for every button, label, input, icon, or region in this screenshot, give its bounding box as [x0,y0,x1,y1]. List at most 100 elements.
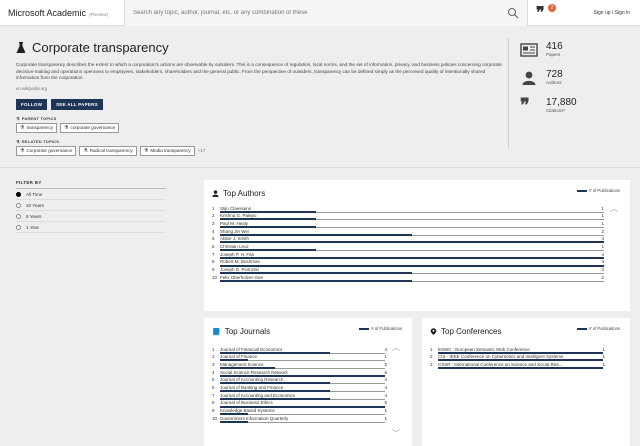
rank-number: 8 [212,259,215,265]
radio[interactable] [16,224,21,230]
flask-icon: ⚗ [16,115,20,121]
list-item[interactable]: 8 Journal of Business Ethics 9 [212,400,387,408]
filter-panel: FILTER BY All Time 10 Years 5 Years 1 Ye… [16,180,166,233]
list-item[interactable]: 8 Robert M. Bushman 4 [212,259,604,267]
list-item[interactable]: 2 Krishna G. Palepu 1 [212,213,604,221]
list-item[interactable]: 1 Stijn Claessens 1 [212,205,604,213]
topic-description: Corporate transparency describes the ext… [16,62,502,81]
filter-option-all-time[interactable]: All Time [16,189,166,200]
parent-topic-tag[interactable]: ⚗ corporate governance [60,122,120,133]
list-item[interactable]: 5 Abbie J. Smith 4 [212,236,604,244]
top-header: Microsoft Academic (Preview) ❞ 2 Sign up… [0,0,640,26]
radio[interactable] [16,202,21,208]
flask-icon: ⚗ [16,138,20,144]
publication-bar [220,420,248,423]
preview-label: (Preview) [89,11,109,17]
flask-icon [16,41,26,53]
top-authors-list: 1 Stijn Claessens 1 2 Krishna G. Palepu 1 3 Pau… [212,205,604,282]
search-icon[interactable] [507,7,519,19]
list-item[interactable]: 10 Government Information Quarterly 1 [212,415,387,423]
filter-option-5-years[interactable]: 5 Years [16,211,166,222]
filter-option-10-years[interactable]: 10 Years [16,200,166,211]
app-logo[interactable]: Microsoft Academic (Preview) [0,8,124,18]
rank-number: 9 [212,267,215,272]
related-topics: ⚗ Corporate governance ⚗ Radical transpare… [16,145,506,156]
rank-number: 2 [212,354,215,360]
rank-number: 1 [430,346,433,352]
legend-swatch [577,327,588,330]
authors-count: 728 [546,69,563,80]
flask-icon: ⚗ [64,124,69,131]
publication-count: 1 [384,354,387,360]
quote-count-badge: 2 [548,4,556,12]
related-topic-tag[interactable]: ⚗ Media transparency [139,145,195,156]
publication-count: 1 [601,220,604,226]
flask-icon: ⚗ [83,147,88,154]
list-item[interactable]: 5 Journal of Accounting Research 4 [212,377,387,385]
list-item[interactable]: 7 Journal of Accounting and Economics 4 [212,392,387,400]
publication-bar [438,367,603,370]
more-topics-link[interactable]: +17 [198,148,206,153]
rank-number: 4 [212,369,215,375]
list-item[interactable]: 6 Journal of Banking and Finance 4 [212,384,387,393]
list-item[interactable]: 2 CIS - IEEE Conference on Cybernetics an… [430,354,605,362]
related-topic-tag[interactable]: ⚗ Corporate governance [16,145,77,156]
search-input[interactable] [133,10,503,16]
app-name: Microsoft Academic [8,7,87,18]
quote-list-button[interactable]: ❞ 2 [536,4,558,22]
list-item[interactable]: 1 ESWC : European Semantic Web Conference… [430,346,605,354]
book-icon: 📘 [212,328,221,336]
person-icon [212,190,219,197]
publication-count: 4 [384,346,387,352]
publication-count: 1 [384,408,387,413]
list-item[interactable]: 4 Social Science Research Network 6 [212,369,387,377]
topic-header: Corporate transparency Corporate transpa… [16,40,506,156]
person-icon [522,71,536,85]
list-item[interactable]: 9 Joseph D. Piotroski 2 [212,267,604,275]
rank-number: 3 [430,361,433,367]
publication-count: 1 [384,415,387,421]
list-item[interactable]: 9 Knowledge Based Systems 1 [212,408,387,416]
list-item[interactable]: 3 Management Science 2 [212,361,387,370]
chart-legend: # of Publications [577,326,620,331]
list-item[interactable]: 6 Christian Leuz 1 [212,243,604,252]
top-conferences-header: Top Conferences [430,327,501,336]
legend-swatch [577,189,588,192]
radio-selected[interactable] [16,191,21,197]
list-item[interactable]: 3 Paul M. Healy 1 [212,220,604,229]
rank-number: 6 [212,243,215,249]
related-topics-label: ⚗ RELATED TOPICS [16,138,60,144]
top-authors-panel: Top Authors # of Publications 1 Stijn Cla… [204,180,630,311]
citations-stat: ❞ 17,880 Citations* [520,96,577,114]
publication-count: 2 [601,267,604,272]
list-item[interactable]: 3 CSSR : International Conference on Scie… [430,361,605,370]
quote-icon: ❞ [536,3,545,22]
flask-icon: ⚗ [143,147,149,154]
list-item[interactable]: 10 Felix Oberholzer-Gee 2 [212,274,604,282]
chevron-up-icon[interactable]: ︿ [392,344,400,352]
follow-button[interactable]: FOLLOW [16,98,48,110]
rank-number: 3 [212,361,215,367]
related-topic-tag[interactable]: ⚗ Radical transparency [79,145,137,156]
rank-number: 5 [212,377,215,383]
publication-count: 4 [384,377,387,383]
list-item[interactable]: 4 Shang Jin Wei 2 [212,228,604,236]
citations-count: 17,880 [546,97,577,108]
chevron-down-icon[interactable]: ﹀ [392,430,400,438]
chevron-up-icon[interactable]: ︿ [610,205,618,213]
rank-number: 1 [212,346,215,352]
source-link[interactable]: en.wikipedia.org [16,86,506,91]
flask-icon: ⚗ [20,124,25,131]
list-item[interactable]: 1 Journal of Financial Economics 4 [212,346,387,354]
list-item[interactable]: 2 Journal of Finance 1 [212,354,387,362]
top-conferences-list: 1 ESWC : European Semantic Web Conference… [430,346,605,370]
top-authors-header: Top Authors [212,189,265,198]
see-all-papers-button[interactable]: SEE ALL PAPERS [51,98,103,110]
filter-option-1-year[interactable]: 1 Year [16,222,166,233]
newspaper-icon [520,42,538,57]
radio[interactable] [16,213,21,219]
rank-number: 5 [212,236,215,242]
parent-topic-tag[interactable]: ⚗ transparency [16,122,58,133]
list-item[interactable]: 7 Joseph P. H. Fan 4 [212,251,604,259]
sign-in-link[interactable]: Sign up / Sign in [594,10,630,16]
